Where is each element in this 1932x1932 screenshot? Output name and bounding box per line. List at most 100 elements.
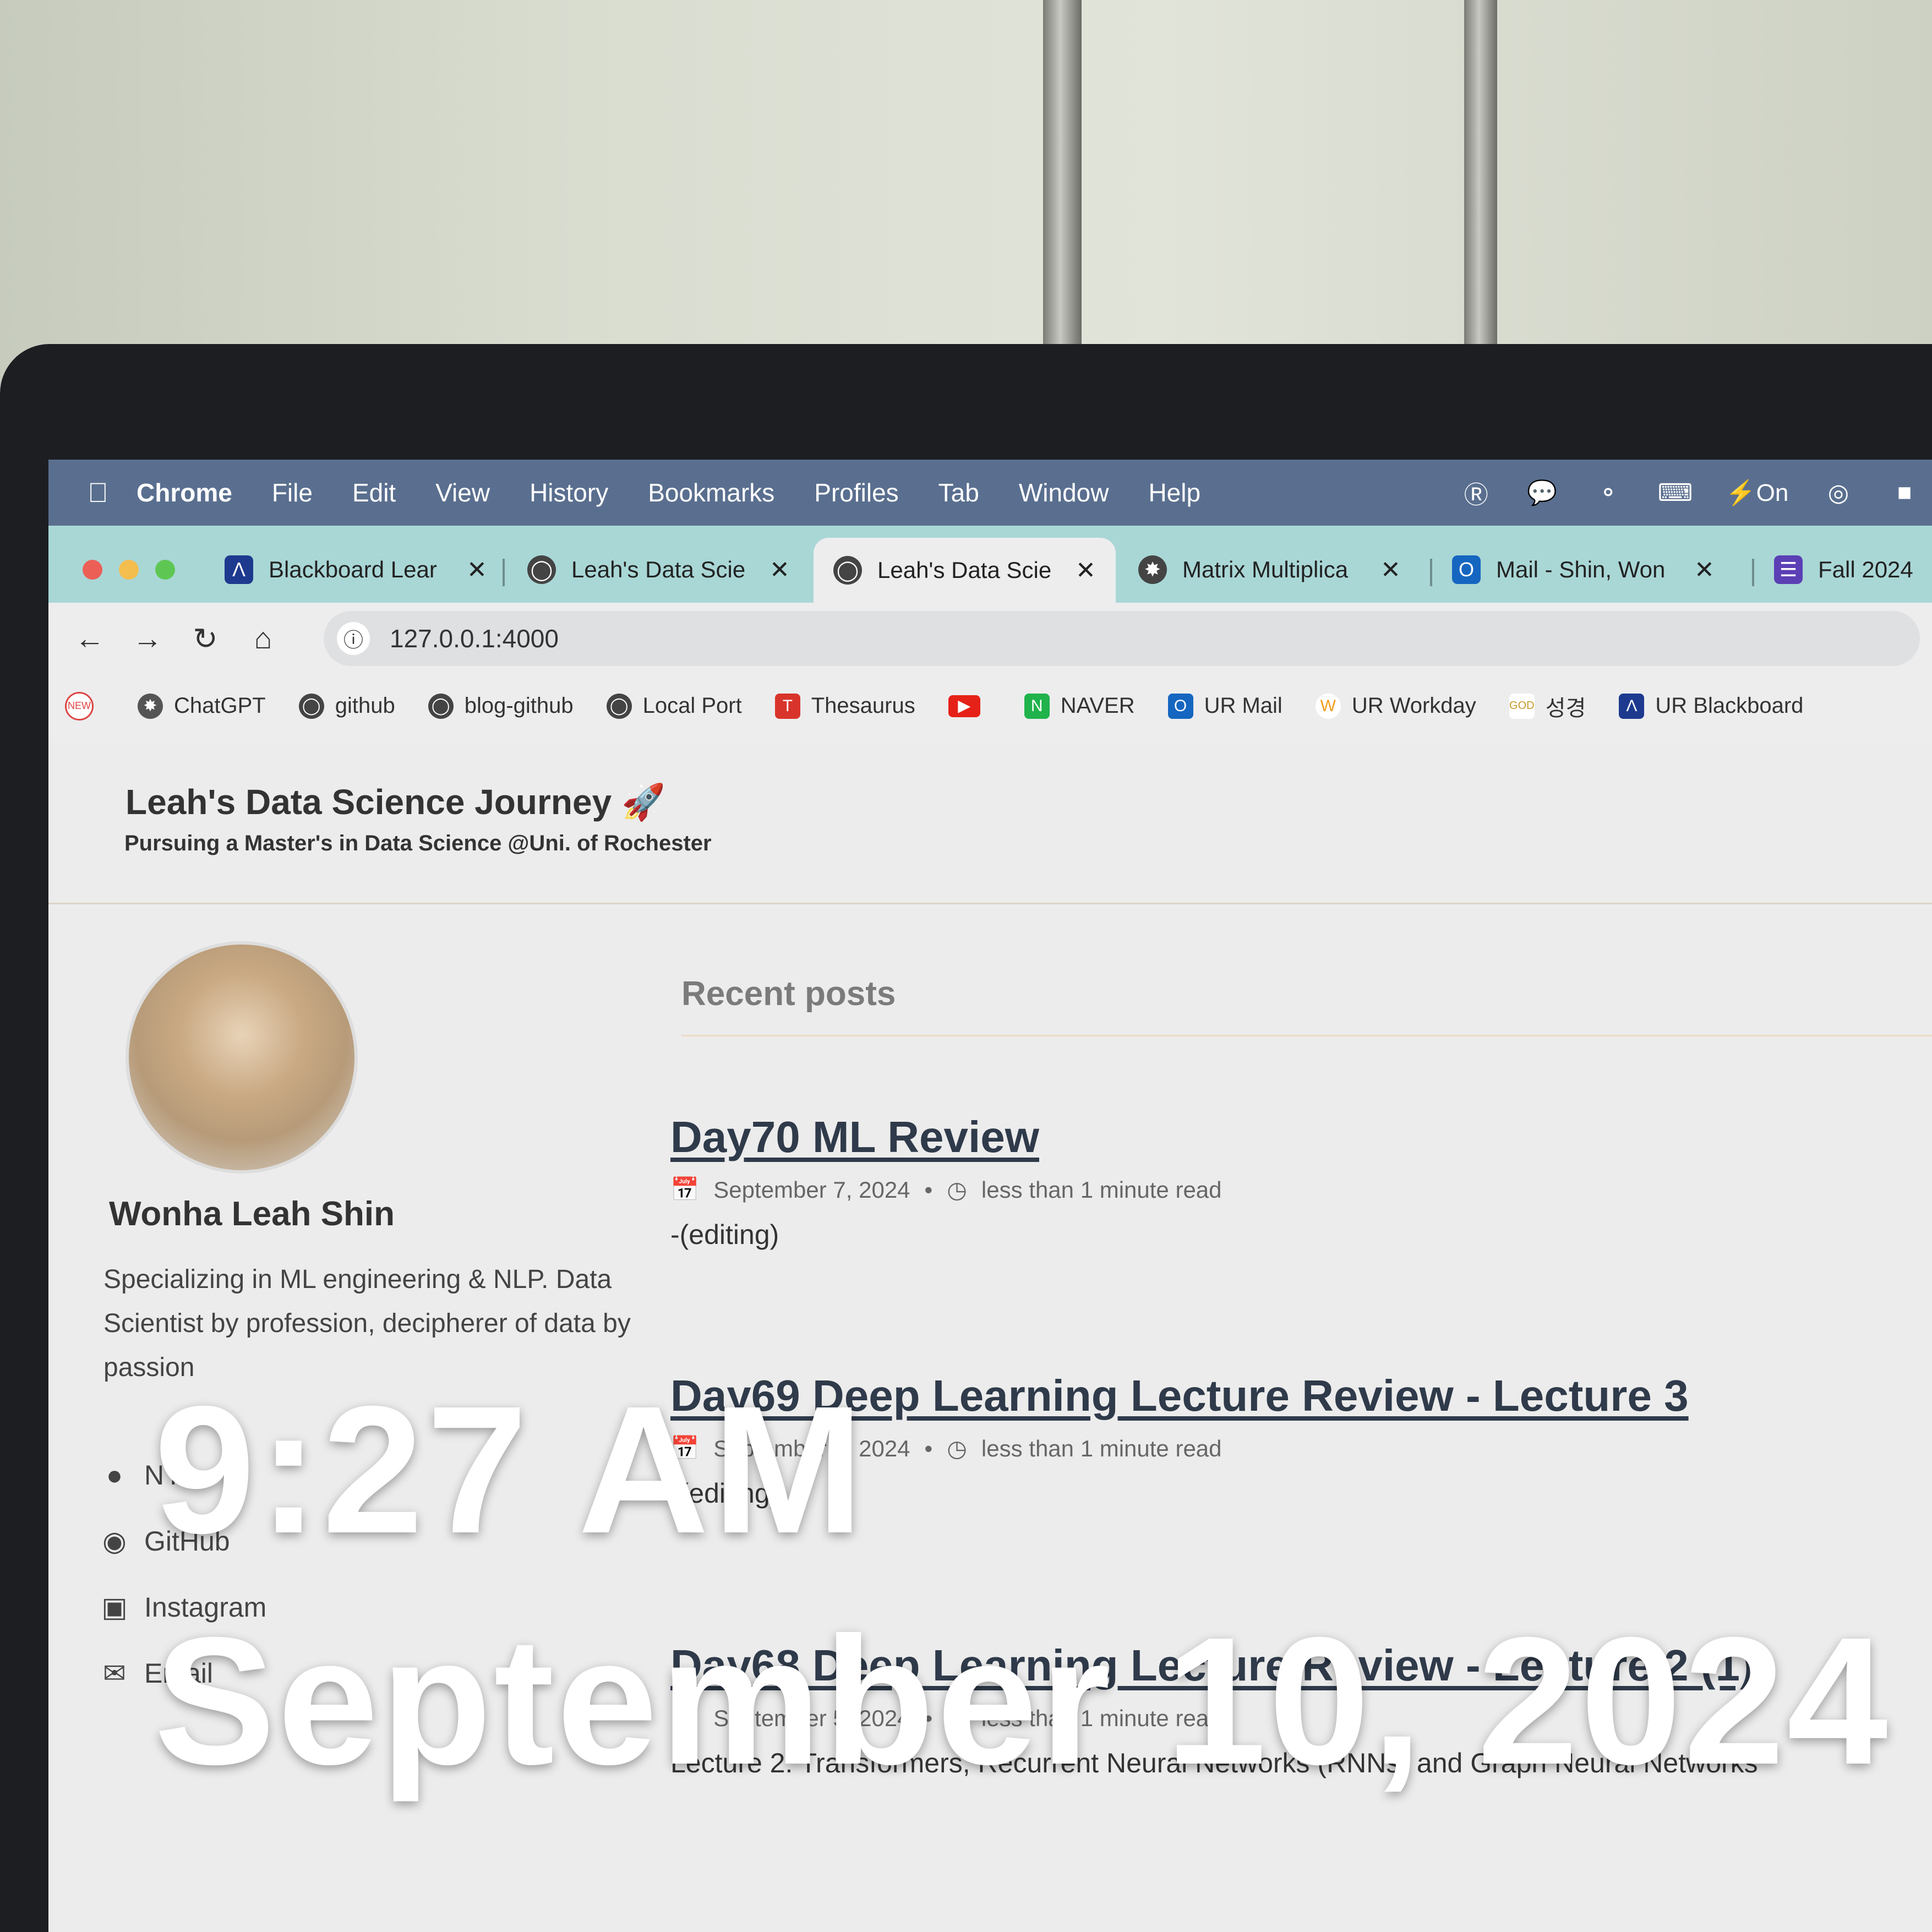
post-date: September 7, 2024 — [713, 1176, 910, 1203]
god-people-icon: GOD — [1509, 693, 1535, 719]
bookmark-ur-mail[interactable]: O UR Mail — [1167, 693, 1282, 719]
author-name: Wonha Leah Shin — [109, 1195, 395, 1233]
user-icon[interactable]: ■ — [1888, 479, 1921, 506]
bookmark-label: Thesaurus — [811, 694, 915, 718]
tab-strip: Λ Blackboard Lear ✕ ◯ Leah's Data Scie ✕… — [48, 526, 1932, 603]
clock-icon: ◷ — [947, 1177, 967, 1203]
bookmark-label: 성경 — [1545, 696, 1586, 721]
bookmark-bible[interactable]: GOD 성경 — [1509, 690, 1586, 722]
apple-icon[interactable]:  — [81, 477, 114, 509]
grammarly-icon[interactable]: Ⓡ — [1460, 475, 1493, 510]
tab-fall-2024[interactable]: ☰ Fall 2024 — [1774, 542, 1932, 597]
power-icon[interactable]: ⚡On — [1726, 478, 1789, 507]
close-tab-icon[interactable]: ✕ — [467, 556, 487, 584]
read-time: less than 1 minute read — [981, 1435, 1222, 1461]
post-excerpt: -(editing) — [670, 1219, 779, 1250]
tab-label: Matrix Multiplica — [1182, 556, 1349, 582]
close-tab-icon[interactable]: ✕ — [1380, 556, 1401, 584]
bookmark-label: blog-github — [464, 694, 574, 718]
site-info-icon[interactable]: ⓘ — [337, 622, 370, 655]
bookmark-label: ChatGPT — [174, 694, 266, 718]
bookmark-label: UR Blackboard — [1655, 694, 1804, 718]
forward-icon[interactable]: → — [131, 621, 164, 656]
post-title-link[interactable]: Day70 ML Review — [670, 1112, 1039, 1161]
post-item: Day70 ML Review 📅 September 7, 2024 • ◷ … — [670, 1112, 1909, 1251]
tab-matrix-multiplication[interactable]: ✸ Matrix Multiplica ✕ — [1138, 542, 1401, 597]
bookmark-youtube[interactable]: ▶ — [948, 695, 991, 717]
map-pin-icon: ● — [106, 1460, 123, 1491]
list-icon: ☰ — [1774, 555, 1803, 584]
menu-bookmarks[interactable]: Bookmarks — [648, 478, 774, 507]
site-subtitle: Pursuing a Master's in Data Science @Uni… — [124, 831, 712, 855]
home-icon[interactable]: ⌂ — [247, 621, 280, 656]
tab-label: Leah's Data Scie — [571, 556, 746, 582]
reload-icon[interactable]: ↻ — [189, 621, 222, 656]
bookmark-new[interactable]: NEW — [65, 691, 105, 721]
minimize-window-button[interactable] — [119, 560, 139, 580]
menu-history[interactable]: History — [530, 478, 608, 507]
tab-leahs-data-science-active[interactable]: ◯ Leah's Data Scie ✕ — [814, 538, 1116, 603]
blackboard-icon: Λ — [225, 555, 253, 584]
zoom-window-button[interactable] — [155, 560, 175, 580]
menu-tab[interactable]: Tab — [938, 478, 979, 507]
calendar-icon: 📅 — [670, 1176, 700, 1202]
menu-window[interactable]: Window — [1019, 478, 1109, 507]
menu-profiles[interactable]: Profiles — [814, 478, 898, 507]
macos-menu-bar:  Chrome File Edit View History Bookmark… — [48, 460, 1932, 526]
globe-icon: ◯ — [298, 693, 324, 719]
outlook-icon: O — [1452, 555, 1481, 584]
bookmark-thesaurus[interactable]: T Thesaurus — [774, 693, 915, 719]
instagram-icon: ▣ — [101, 1592, 128, 1623]
bookmark-chatgpt[interactable]: ✸ ChatGPT — [138, 693, 266, 719]
chat-icon[interactable]: 💬 — [1526, 478, 1559, 507]
bookmark-blog-github[interactable]: ◯ blog-github — [428, 693, 574, 719]
address-bar[interactable]: ⓘ 127.0.0.1:4000 — [324, 611, 1920, 666]
tab-leahs-data-science[interactable]: ◯ Leah's Data Scie ✕ — [527, 542, 790, 597]
airdrop-icon[interactable]: ◎ — [1822, 479, 1855, 507]
bookmark-ur-workday[interactable]: W UR Workday — [1315, 693, 1476, 719]
menu-file[interactable]: File — [272, 478, 313, 507]
bookmark-label: NAVER — [1060, 694, 1135, 718]
github-icon: ◉ — [102, 1526, 127, 1557]
power-status-label: On — [1756, 479, 1789, 506]
background-pole — [1464, 0, 1497, 363]
url-text: 127.0.0.1:4000 — [390, 624, 559, 653]
menu-help[interactable]: Help — [1148, 478, 1200, 507]
close-tab-icon[interactable]: ✕ — [769, 556, 790, 584]
globe-icon: ◯ — [428, 693, 454, 719]
tab-blackboard[interactable]: Λ Blackboard Lear ✕ — [225, 542, 487, 597]
window-controls — [83, 560, 175, 580]
close-tab-icon[interactable]: ✕ — [1694, 556, 1715, 584]
airpods-icon[interactable]: ⚬ — [1592, 479, 1625, 507]
globe-icon: ◯ — [833, 556, 862, 585]
keyboard-icon[interactable]: ⌨ — [1658, 479, 1693, 507]
bookmark-local-port[interactable]: ◯ Local Port — [606, 693, 742, 719]
close-window-button[interactable] — [83, 560, 102, 580]
tab-separator — [1430, 559, 1432, 586]
bookmark-ur-blackboard[interactable]: Λ UR Blackboard — [1619, 693, 1804, 719]
bookmark-github[interactable]: ◯ github — [298, 693, 395, 719]
naver-icon: N — [1024, 693, 1050, 719]
site-title-link[interactable]: Leah's Data Science Journey 🚀 — [125, 782, 665, 823]
blackboard-icon: Λ — [1619, 693, 1645, 719]
heading-divider — [681, 1035, 1932, 1036]
close-tab-icon[interactable]: ✕ — [1076, 556, 1096, 585]
bookmark-naver[interactable]: N NAVER — [1024, 693, 1135, 719]
menu-chrome[interactable]: Chrome — [137, 478, 232, 507]
masthead: Leah's Data Science Journey 🚀 Pursuing a… — [48, 738, 1932, 904]
clock-icon: ◷ — [947, 1436, 967, 1461]
menu-bar-status-area: Ⓡ 💬 ⚬ ⌨ ⚡On ◎ ■ — [1460, 460, 1932, 526]
tab-mail[interactable]: O Mail - Shin, Won ✕ — [1452, 542, 1715, 597]
chatgpt-icon: ✸ — [1138, 555, 1167, 584]
avatar — [125, 941, 358, 1174]
menu-view[interactable]: View — [435, 478, 490, 507]
tab-separator — [1752, 559, 1754, 586]
new-badge-icon: NEW — [65, 691, 94, 721]
read-time: less than 1 minute read — [981, 1176, 1222, 1203]
back-icon[interactable]: ← — [73, 621, 106, 656]
meta-separator: • — [924, 1176, 933, 1203]
menu-edit[interactable]: Edit — [352, 478, 396, 507]
tab-label: Fall 2024 — [1818, 556, 1913, 582]
globe-icon: ◯ — [606, 693, 632, 719]
bookmark-label: Local Port — [642, 694, 742, 718]
